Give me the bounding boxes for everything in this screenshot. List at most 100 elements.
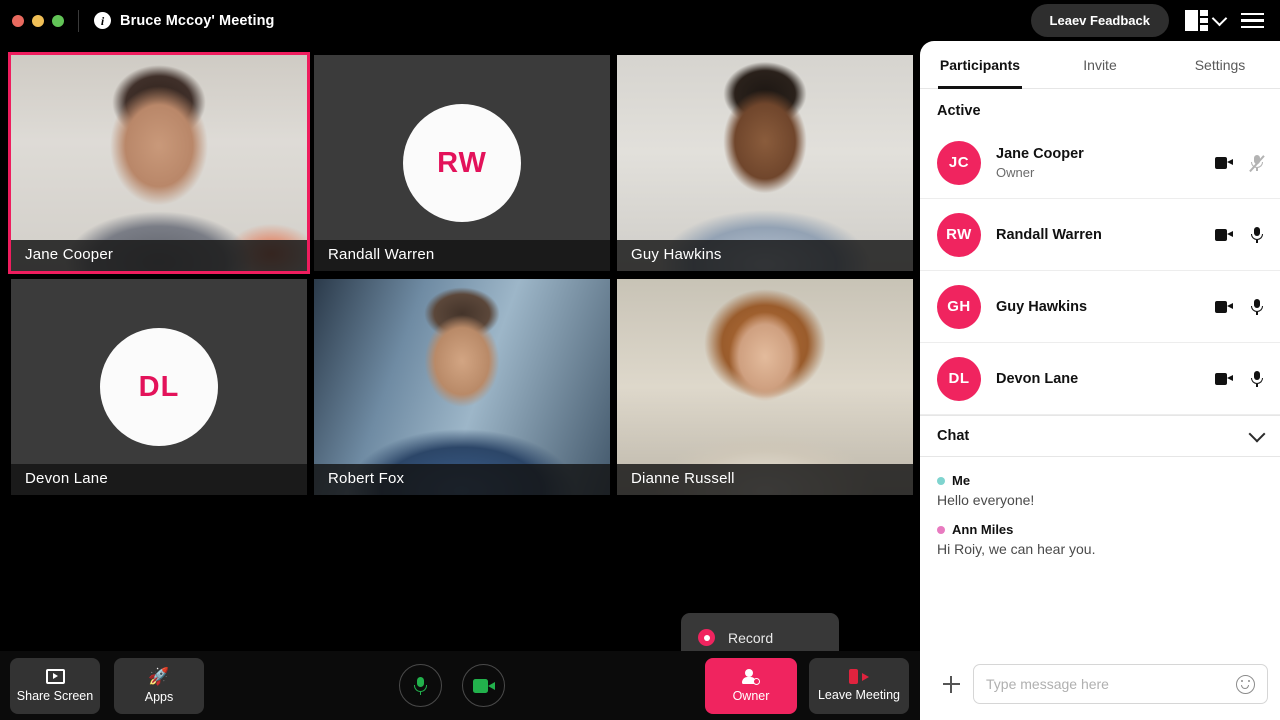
- tab-participants[interactable]: Participants: [920, 41, 1040, 88]
- avatar-initials: DL: [100, 328, 218, 446]
- presence-dot-icon: [937, 476, 945, 485]
- record-icon: [698, 629, 715, 646]
- participant-video-feed: [314, 279, 610, 495]
- chat-message-author: Me: [952, 473, 971, 488]
- apps-label: Apps: [144, 689, 174, 704]
- participant-row-randall-warren[interactable]: RW Randall Warren: [920, 199, 1280, 271]
- camera-on-icon[interactable]: [1215, 300, 1233, 313]
- tile-name-label: Devon Lane: [11, 464, 307, 495]
- tile-name-label: Randall Warren: [314, 240, 610, 271]
- chat-message: Ann Miles Hi Roiy, we can hear you.: [937, 522, 1263, 557]
- chat-message-text: Hi Roiy, we can hear you.: [937, 541, 1096, 557]
- participant-status-icons: [1215, 226, 1263, 243]
- leave-meeting-button[interactable]: Leave Meeting: [809, 657, 909, 714]
- rocket-icon: 🚀: [148, 666, 170, 686]
- participant-avatar-placeholder: DL: [11, 279, 307, 495]
- participants-list: JC Jane Cooper Owner RW Randall Warren G…: [920, 127, 1280, 415]
- camera-on-icon[interactable]: [1215, 372, 1233, 385]
- chat-message-text: Hello everyone!: [937, 492, 1035, 508]
- minimize-window-button[interactable]: [32, 14, 44, 27]
- leave-meeting-label: Leave Meeting: [817, 688, 900, 702]
- titlebar-actions: Leaev Feadback: [1030, 4, 1280, 37]
- avatar: RW: [937, 212, 981, 257]
- microphone-on-icon[interactable]: [1251, 298, 1263, 315]
- chat-title: Chat: [937, 428, 970, 444]
- microphone-on-icon[interactable]: [1251, 226, 1263, 243]
- hamburger-menu-icon[interactable]: [1241, 10, 1264, 32]
- info-icon[interactable]: i: [94, 12, 111, 29]
- toggle-microphone-button[interactable]: [399, 664, 442, 707]
- video-tile-jane-cooper[interactable]: Jane Cooper: [8, 52, 310, 274]
- video-tile-guy-hawkins[interactable]: Guy Hawkins: [617, 55, 913, 271]
- tile-name-label: Jane Cooper: [11, 240, 307, 271]
- participant-name: Jane Cooper: [996, 145, 1084, 162]
- avatar: JC: [937, 140, 981, 185]
- meeting-title-group: i Bruce Mccoy' Meeting: [94, 12, 275, 29]
- leave-feedback-button[interactable]: Leaev Feadback: [1030, 4, 1169, 37]
- participant-name: Guy Hawkins: [996, 298, 1088, 315]
- maximize-window-button[interactable]: [52, 14, 64, 27]
- participant-name: Devon Lane: [996, 370, 1079, 387]
- meeting-app: i Bruce Mccoy' Meeting Leaev Feadback Ja…: [0, 0, 1280, 720]
- tile-name-label: Guy Hawkins: [617, 240, 913, 271]
- participant-info: Devon Lane: [996, 371, 1215, 387]
- camera-on-icon[interactable]: [1215, 156, 1233, 169]
- chat-input-row: [920, 664, 1280, 720]
- smiley-icon[interactable]: [1236, 674, 1255, 694]
- participant-status-icons: [1215, 370, 1263, 387]
- participant-video-feed: [617, 55, 913, 271]
- participant-row-guy-hawkins[interactable]: GH Guy Hawkins: [920, 271, 1280, 343]
- message-input[interactable]: [986, 676, 1236, 692]
- owner-label: Owner: [732, 688, 770, 703]
- participant-status-icons: [1215, 154, 1263, 171]
- apps-button[interactable]: 🚀 Apps: [114, 657, 204, 714]
- avatar: DL: [937, 356, 981, 401]
- message-input-wrapper: [973, 664, 1268, 704]
- layout-grid-icon: [1185, 10, 1208, 32]
- microphone-icon: [414, 676, 427, 695]
- chat-messages: Me Hello everyone! Ann Miles Hi Roiy, we…: [920, 457, 1280, 664]
- title-bar: i Bruce Mccoy' Meeting Leaev Feadback: [0, 0, 1280, 41]
- menu-item-record[interactable]: Record: [681, 622, 839, 653]
- chevron-down-icon[interactable]: [1248, 425, 1266, 442]
- window-controls: [0, 14, 64, 27]
- video-tile-dianne-russell[interactable]: Dianne Russell: [617, 279, 913, 495]
- owner-settings-icon: [742, 668, 760, 685]
- video-grid: Jane Cooper RW Randall Warren Guy Hawkin…: [8, 52, 913, 495]
- participant-info: Guy Hawkins: [996, 299, 1215, 315]
- active-section-title: Active: [937, 103, 981, 119]
- microphone-on-icon[interactable]: [1251, 370, 1263, 387]
- camera-on-icon[interactable]: [1215, 228, 1233, 241]
- close-window-button[interactable]: [12, 14, 24, 27]
- media-controls: [399, 664, 505, 707]
- share-screen-label: Share Screen: [16, 688, 94, 703]
- participant-row-devon-lane[interactable]: DL Devon Lane: [920, 343, 1280, 415]
- microphone-muted-icon[interactable]: [1251, 154, 1263, 171]
- tab-settings[interactable]: Settings: [1160, 41, 1280, 88]
- participant-video-feed: [617, 279, 913, 495]
- chat-message-author: Ann Miles: [952, 522, 1014, 537]
- video-tile-devon-lane[interactable]: DL Devon Lane: [11, 279, 307, 495]
- participant-row-jane-cooper[interactable]: JC Jane Cooper Owner: [920, 127, 1280, 199]
- layout-switcher-button[interactable]: [1185, 10, 1228, 32]
- participant-avatar-placeholder: RW: [314, 55, 610, 271]
- menu-item-label: Record: [728, 629, 774, 646]
- share-screen-button[interactable]: Share Screen: [10, 657, 100, 714]
- participant-info: Randall Warren: [996, 227, 1215, 243]
- side-panel: Participants Invite Settings Active JC J…: [920, 41, 1280, 720]
- plus-icon[interactable]: [937, 670, 965, 698]
- chat-section-header[interactable]: Chat: [920, 415, 1280, 457]
- screen-share-icon: [45, 668, 65, 684]
- participant-video-feed: [11, 55, 307, 271]
- toggle-camera-button[interactable]: [462, 664, 505, 707]
- tab-invite[interactable]: Invite: [1040, 41, 1160, 88]
- video-tile-robert-fox[interactable]: Robert Fox: [314, 279, 610, 495]
- video-stage: Jane Cooper RW Randall Warren Guy Hawkin…: [0, 41, 920, 720]
- video-tile-randall-warren[interactable]: RW Randall Warren: [314, 55, 610, 271]
- exit-door-icon: [849, 669, 869, 684]
- panel-tabs: Participants Invite Settings: [920, 41, 1280, 89]
- camera-icon: [472, 678, 495, 693]
- owner-button[interactable]: Owner: [705, 657, 797, 714]
- meeting-toolbar: Share Screen 🚀 Apps Owner Leave Meeting: [0, 651, 920, 720]
- chevron-down-icon: [1211, 10, 1228, 26]
